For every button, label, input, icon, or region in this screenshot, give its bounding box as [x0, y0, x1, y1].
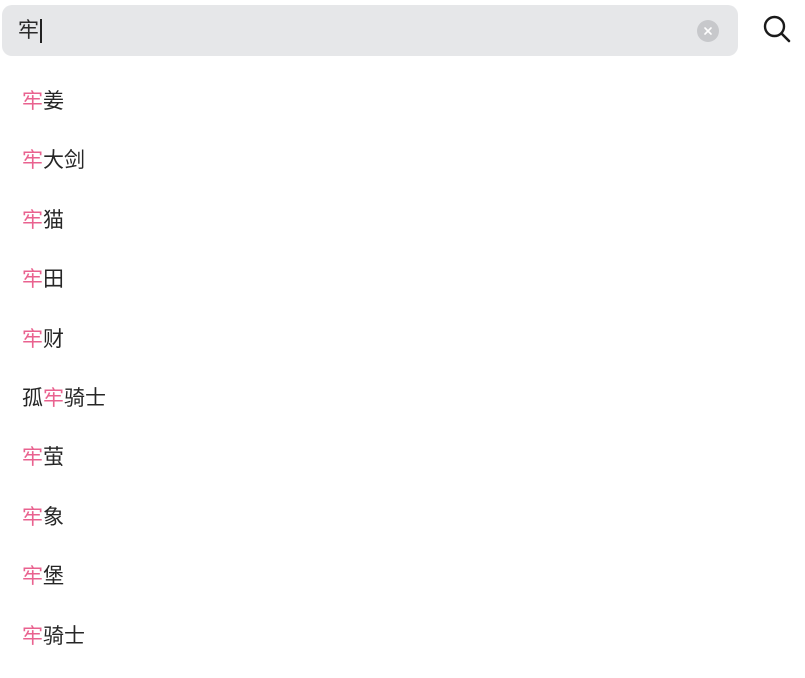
clear-x-icon [704, 27, 712, 35]
suggestion-text-after: 田 [43, 267, 64, 292]
suggestion-item[interactable]: 牢猫 [0, 191, 805, 250]
suggestion-match: 牢 [22, 89, 43, 113]
search-query-text: 牢 [18, 18, 39, 42]
suggestion-match: 牢 [22, 207, 43, 232]
text-caret [40, 18, 42, 43]
suggestion-text-after: 大剑 [43, 148, 85, 173]
suggestion-match: 牢 [22, 564, 43, 589]
suggestion-list: 牢姜 牢大剑 牢猫 牢田 牢财 孤牢骑士 牢萤 牢象 牢堡 牢骑士 [0, 72, 805, 666]
suggestion-text-after: 姜 [43, 89, 64, 113]
suggestion-text-after: 萤 [43, 445, 64, 470]
search-button[interactable] [760, 12, 794, 46]
suggestion-text-after: 堡 [43, 564, 64, 589]
suggestion-item[interactable]: 牢骑士 [0, 607, 805, 666]
magnifier-icon [763, 15, 791, 43]
suggestion-match: 牢 [43, 385, 64, 410]
suggestion-item[interactable]: 牢堡 [0, 547, 805, 606]
suggestion-text-after: 财 [43, 326, 64, 351]
suggestion-text-before: 孤 [22, 385, 43, 410]
suggestion-match: 牢 [22, 623, 43, 648]
suggestion-match: 牢 [22, 148, 43, 173]
search-input[interactable]: 牢 [18, 5, 42, 56]
suggestion-match: 牢 [22, 326, 43, 351]
suggestion-text-after: 象 [43, 504, 64, 529]
suggestion-item[interactable]: 孤牢骑士 [0, 369, 805, 428]
suggestion-item[interactable]: 牢萤 [0, 428, 805, 487]
suggestion-item[interactable]: 牢田 [0, 250, 805, 309]
suggestion-text-after: 骑士 [43, 623, 85, 648]
suggestion-match: 牢 [22, 267, 43, 292]
suggestion-item[interactable]: 牢姜 [0, 72, 805, 131]
search-bar[interactable]: 牢 [2, 5, 738, 56]
suggestion-match: 牢 [22, 504, 43, 529]
suggestion-text-after: 猫 [43, 207, 64, 232]
suggestion-item[interactable]: 牢象 [0, 488, 805, 547]
suggestion-item[interactable]: 牢大剑 [0, 131, 805, 190]
suggestion-text-after: 骑士 [64, 385, 106, 410]
suggestion-item[interactable]: 牢财 [0, 310, 805, 369]
clear-button[interactable] [697, 20, 719, 42]
suggestion-match: 牢 [22, 445, 43, 470]
